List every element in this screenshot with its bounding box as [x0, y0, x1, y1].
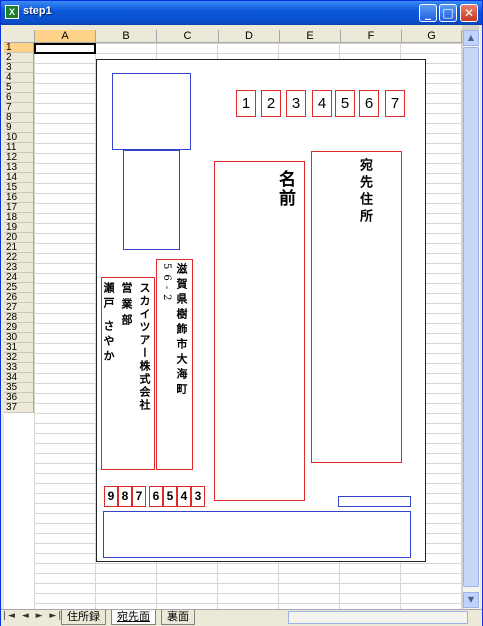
- postal-digit: 3: [286, 90, 306, 117]
- window-title: step1: [23, 5, 52, 17]
- excel-app-icon: X: [5, 5, 19, 19]
- spreadsheet-grid[interactable]: A B C D E F G 1 2 3 4 5 6 7 8 9 10 11 12 13 14 15 16 17 1…: [4, 30, 462, 609]
- column-header-b[interactable]: B: [96, 30, 157, 43]
- recipient-address-label: 宛先住所: [357, 158, 372, 226]
- postal-digit: 2: [261, 90, 281, 117]
- column-header-c[interactable]: C: [157, 30, 219, 43]
- sender-postal-digit: 4: [177, 486, 191, 507]
- sender-postal-digit: 8: [118, 486, 132, 507]
- sender-name: 瀬戸 さやか: [102, 282, 115, 365]
- column-header-f[interactable]: F: [341, 30, 402, 43]
- recipient-name-box: 名前: [214, 161, 305, 501]
- sender-name-box: スカイツアー株式会社 営業部 瀬戸 さやか: [101, 277, 155, 470]
- column-header-g[interactable]: G: [402, 30, 462, 43]
- sender-postal-digit: 5: [163, 486, 177, 507]
- maximize-button[interactable]: □: [439, 4, 457, 22]
- title-bar[interactable]: X step1 _ □ ✕: [1, 1, 482, 25]
- sender-postal-digit: 7: [132, 486, 146, 507]
- column-header-a[interactable]: A: [35, 30, 96, 43]
- tab-address-list[interactable]: 住所録: [61, 610, 106, 625]
- sender-postcode-vertical: 56-2: [161, 263, 172, 306]
- sender-address: 滋賀県樹飾市大海町: [175, 263, 188, 398]
- scroll-thumb[interactable]: [463, 47, 479, 587]
- bottom-blue-box: [103, 511, 411, 558]
- vertical-scrollbar[interactable]: ▲ ▼: [462, 30, 480, 609]
- sheet-nav-buttons[interactable]: |◄ ◄ ► ►|: [3, 611, 63, 621]
- stamp-box-lower: [123, 150, 180, 250]
- horizontal-scrollbar[interactable]: [288, 611, 468, 624]
- small-blue-box: [338, 496, 411, 507]
- postcard-address-layout[interactable]: 1 2 3 4 5 6 7 名前 宛先住所 滋賀県樹飾市大海町 56-2 スカイ…: [96, 59, 426, 562]
- active-cell-a1[interactable]: [34, 43, 96, 54]
- sheet-tab-bar: |◄ ◄ ► ►| 住所録 宛先面 裏面: [1, 609, 482, 626]
- column-header-d[interactable]: D: [219, 30, 280, 43]
- close-button[interactable]: ✕: [460, 4, 478, 22]
- sender-postal-digit: 6: [149, 486, 163, 507]
- column-header-e[interactable]: E: [280, 30, 341, 43]
- sender-postal-digit: 9: [104, 486, 118, 507]
- postal-digit: 1: [236, 90, 256, 117]
- sender-address-box: 滋賀県樹飾市大海町 56-2: [156, 259, 193, 470]
- postal-digit: 7: [385, 90, 405, 117]
- postal-digit: 6: [359, 90, 379, 117]
- row-header[interactable]: 37: [4, 403, 34, 413]
- sender-postal-digit: 3: [191, 486, 205, 507]
- recipient-name-label: 名前: [275, 170, 295, 208]
- postal-digit: 5: [335, 90, 355, 117]
- sender-company: スカイツアー株式会社: [138, 282, 151, 412]
- recipient-address-box: 宛先住所: [311, 151, 402, 463]
- scroll-up-arrow-icon[interactable]: ▲: [463, 30, 479, 46]
- minimize-button[interactable]: _: [419, 4, 437, 22]
- stamp-box: [112, 73, 191, 150]
- sender-department: 営業部: [120, 282, 133, 330]
- tab-back-side[interactable]: 裏面: [161, 610, 195, 625]
- scroll-down-arrow-icon[interactable]: ▼: [463, 592, 479, 608]
- postal-digit: 4: [312, 90, 332, 117]
- column-header-row: A B C D E F G: [4, 30, 462, 43]
- tab-address-side[interactable]: 宛先面: [111, 610, 156, 625]
- excel-window: X step1 _ □ ✕ A B C D E F G 1 2 3 4 5 6 7 8 9 10 1…: [0, 0, 483, 626]
